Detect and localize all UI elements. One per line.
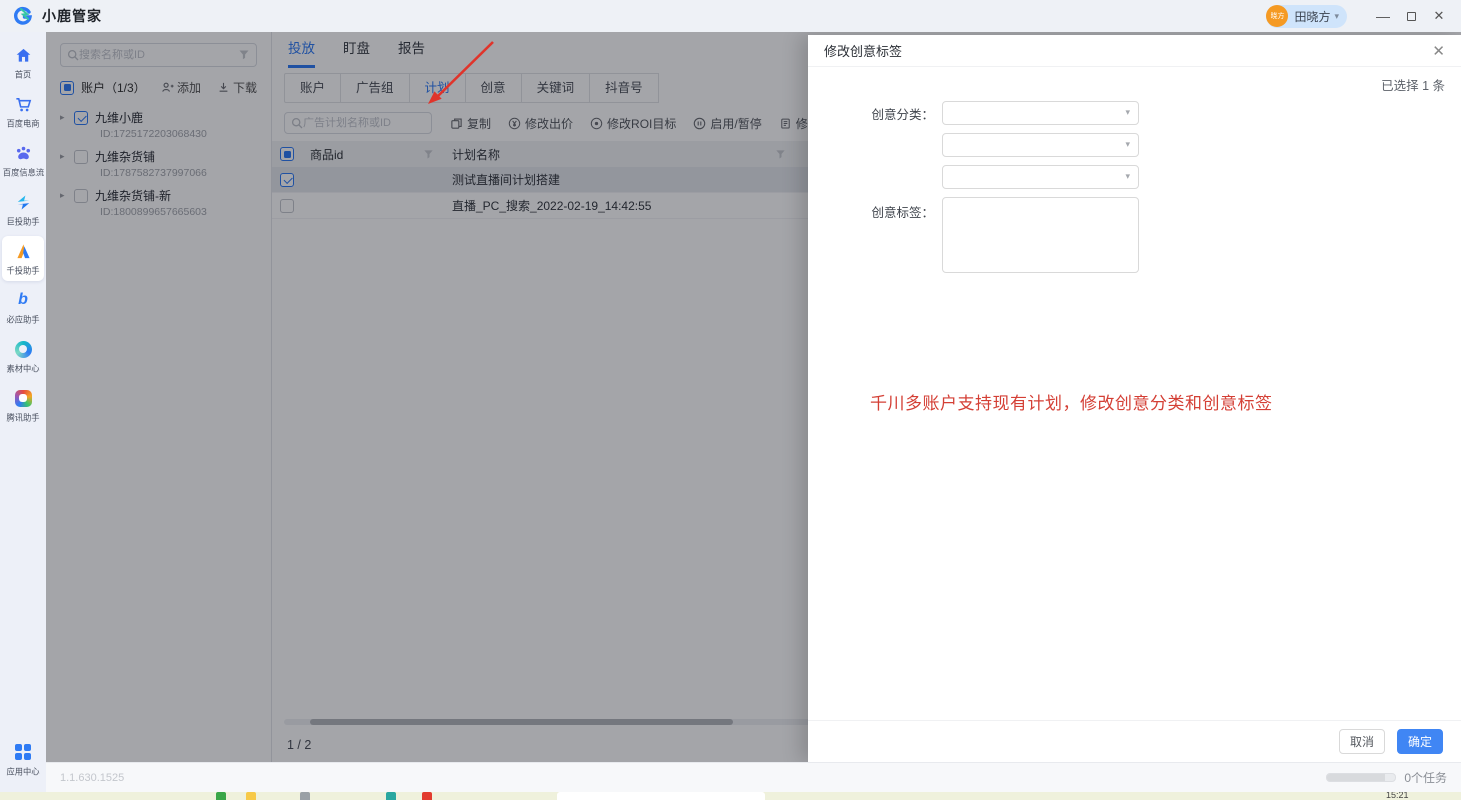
sidebar-item-tencent-assistant[interactable]: 腾讯助手 xyxy=(2,383,44,428)
taskbar-clock: 15:21 xyxy=(1386,792,1409,800)
taskbar-icon[interactable] xyxy=(246,792,256,800)
user-menu[interactable]: 晓方 田晓方 ▾ xyxy=(1266,5,1347,28)
chevron-down-icon: ▾ xyxy=(1125,107,1130,118)
creative-tag-textarea[interactable] xyxy=(942,197,1139,273)
taskbar-icon[interactable] xyxy=(216,792,226,800)
close-icon[interactable]: ✕ xyxy=(1432,42,1445,60)
left-nav-rail: 首页 百度电商 百度信息流 巨投助手 千投助手 b xyxy=(0,32,46,792)
titlebar: 小鹿管家 晓方 田晓方 ▾ — ✕ xyxy=(0,0,1461,32)
creative-category-select-1[interactable]: ▾ xyxy=(942,101,1139,125)
sidebar-item-qiantou-assistant[interactable]: 千投助手 xyxy=(2,236,44,281)
taskbar-icon[interactable] xyxy=(386,792,396,800)
bing-icon: b xyxy=(13,290,33,310)
close-button[interactable]: ✕ xyxy=(1425,3,1453,29)
app-title: 小鹿管家 xyxy=(42,6,102,26)
sidebar-item-home[interactable]: 首页 xyxy=(2,40,44,85)
windows-taskbar[interactable]: 15:21 xyxy=(0,792,1461,800)
status-bar: 1.1.630.1525 0个任务 xyxy=(46,762,1461,792)
taskbar-icon[interactable] xyxy=(422,792,432,800)
home-icon xyxy=(13,45,33,65)
chevron-down-icon: ▾ xyxy=(1125,139,1130,150)
taskbar-search-box[interactable] xyxy=(557,792,765,800)
sidebar-item-jutou-assistant[interactable]: 巨投助手 xyxy=(2,187,44,232)
minimize-button[interactable]: — xyxy=(1369,3,1397,29)
sidebar-item-bing-assistant[interactable]: b 必应助手 xyxy=(2,285,44,330)
paw-icon xyxy=(13,143,33,163)
creative-category-select-2[interactable]: ▾ xyxy=(942,133,1139,157)
task-count-label: 0个任务 xyxy=(1404,769,1447,786)
drawer-footer: 取消 确定 xyxy=(808,720,1461,762)
drawer-body: 已选择 1 条 创意分类： ▾ ▾ ▾ xyxy=(808,67,1461,720)
sidebar-item-material-center[interactable]: 素材中心 xyxy=(2,334,44,379)
maximize-icon xyxy=(1407,12,1416,21)
version-label: 1.1.630.1525 xyxy=(60,772,124,784)
drawer-title: 修改创意标签 xyxy=(824,41,902,60)
creative-tag-label: 创意标签： xyxy=(824,197,942,221)
sidebar-item-baidu-feed[interactable]: 百度信息流 xyxy=(2,138,44,183)
sidebar-item-baidu-ecommerce[interactable]: 百度电商 xyxy=(2,89,44,134)
maximize-button[interactable] xyxy=(1397,3,1425,29)
material-center-icon xyxy=(13,339,33,359)
drawer-header: 修改创意标签 ✕ xyxy=(808,35,1461,67)
creative-category-label: 创意分类： xyxy=(824,104,942,123)
cancel-button[interactable]: 取消 xyxy=(1339,729,1385,754)
edit-creative-tag-drawer: 修改创意标签 ✕ 已选择 1 条 创意分类： ▾ ▾ xyxy=(808,35,1461,762)
chevron-down-icon: ▾ xyxy=(1125,171,1130,182)
app-window: 小鹿管家 晓方 田晓方 ▾ — ✕ 首页 百度电商 xyxy=(0,0,1461,800)
task-progress-bar xyxy=(1326,773,1396,782)
confirm-button[interactable]: 确定 xyxy=(1397,729,1443,754)
selected-count: 已选择 1 条 xyxy=(1381,75,1445,94)
bolt-icon xyxy=(13,192,33,212)
chevron-down-icon: ▾ xyxy=(1334,11,1339,22)
app-grid-icon xyxy=(13,742,33,762)
notice-text: 千川多账户支持现有计划，修改创意分类和创意标签 xyxy=(870,389,1273,414)
sidebar-item-app-center[interactable]: 应用中心 xyxy=(2,737,44,782)
taskbar-icon[interactable] xyxy=(300,792,310,800)
cart-icon xyxy=(13,94,33,114)
flame-icon xyxy=(13,241,33,261)
user-name: 田晓方 xyxy=(1294,8,1330,25)
avatar[interactable]: 晓方 xyxy=(1266,5,1288,27)
tencent-icon xyxy=(13,388,33,408)
creative-category-select-3[interactable]: ▾ xyxy=(942,165,1139,189)
app-logo-icon xyxy=(12,5,34,27)
